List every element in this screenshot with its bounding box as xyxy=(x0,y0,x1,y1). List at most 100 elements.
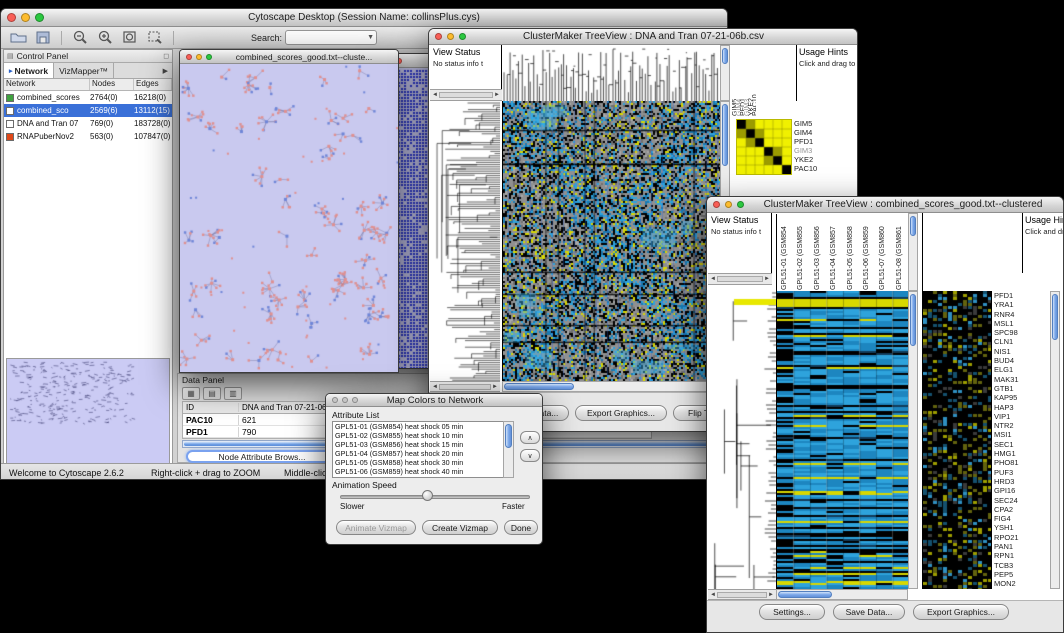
network-canvas[interactable] xyxy=(180,64,398,372)
gene-label[interactable]: SEC24 xyxy=(994,496,1046,505)
scroll-right-icon[interactable]: ► xyxy=(764,276,770,282)
column-dendrogram-canvas[interactable] xyxy=(502,45,720,101)
search-combobox[interactable]: ▼ xyxy=(285,30,377,45)
gene-label[interactable]: SEC1 xyxy=(994,440,1046,449)
attribute-list-item[interactable]: GPL51-02 (GSM855) heat shock 10 min xyxy=(333,431,513,440)
gene-label[interactable]: MAK31 xyxy=(994,375,1046,384)
tab-overflow-icon[interactable]: ▶ xyxy=(159,63,172,78)
zoom-region-icon[interactable] xyxy=(144,29,166,47)
select-attributes-icon[interactable]: ▤ xyxy=(203,387,221,400)
gene-label[interactable]: TCB3 xyxy=(994,561,1046,570)
scrollbar-thumb[interactable] xyxy=(722,104,728,166)
zoom-in-icon[interactable] xyxy=(94,29,116,47)
gene-label[interactable]: PEP5 xyxy=(994,570,1046,579)
tab-vizmapper[interactable]: VizMapper™ xyxy=(54,63,114,78)
gene-label[interactable]: MSI1 xyxy=(994,430,1046,439)
gene-label[interactable]: PAN1 xyxy=(994,542,1046,551)
treeview-button[interactable]: Save Data... xyxy=(833,604,905,620)
scroll-left-icon[interactable]: ◄ xyxy=(432,384,438,390)
treeview-button[interactable]: Export Graphics... xyxy=(575,405,667,421)
zoom-button[interactable] xyxy=(352,397,358,403)
column-header-nodes[interactable]: Nodes xyxy=(90,79,134,90)
gene-label[interactable]: PAC10 xyxy=(794,164,838,173)
attribute-list-scrollbar[interactable] xyxy=(503,421,514,478)
network-list-row[interactable]: RNAPuberNov2 563(0) 107847(0) xyxy=(4,130,172,143)
header-scrollbar[interactable] xyxy=(720,45,730,101)
column-header-network[interactable]: Network xyxy=(4,79,90,90)
attribute-list-item[interactable]: GPL51-03 (GSM856) heat shock 15 min xyxy=(333,440,513,449)
scrollbar-track[interactable] xyxy=(439,384,491,390)
gene-label[interactable]: NIS1 xyxy=(994,347,1046,356)
gene-label[interactable]: SPC98 xyxy=(994,328,1046,337)
gene-label[interactable]: PFD1 xyxy=(794,137,838,146)
zoom-button[interactable] xyxy=(737,201,744,208)
attribute-list-item[interactable]: GPL51-01 (GSM854) heat shock 05 min xyxy=(333,422,513,431)
search-input[interactable] xyxy=(288,32,362,43)
main-titlebar[interactable]: Cytoscape Desktop (Session Name: collins… xyxy=(1,9,727,27)
close-button[interactable] xyxy=(7,13,16,22)
header-scrollbar[interactable] xyxy=(908,213,918,291)
gene-label[interactable]: HMG1 xyxy=(994,449,1046,458)
create-vizmap-button[interactable]: Create Vizmap xyxy=(422,520,498,535)
heatmap-canvas[interactable] xyxy=(502,101,721,381)
scrollbar-thumb[interactable] xyxy=(1052,294,1058,340)
treeview-titlebar[interactable]: ClusterMaker TreeView : DNA and Tran 07-… xyxy=(429,29,857,45)
scrollbar-thumb[interactable] xyxy=(910,216,916,236)
gene-label[interactable]: YRA1 xyxy=(994,300,1046,309)
gene-label[interactable]: RNR4 xyxy=(994,310,1046,319)
close-button[interactable] xyxy=(332,397,338,403)
minimize-button[interactable] xyxy=(196,54,202,60)
gene-label[interactable]: HAP3 xyxy=(994,403,1046,412)
gene-label[interactable]: KAP95 xyxy=(994,393,1046,402)
scrollbar-track[interactable] xyxy=(439,92,493,98)
treeview-titlebar[interactable]: ClusterMaker TreeView : combined_scores_… xyxy=(707,197,1063,213)
network-overview-canvas[interactable] xyxy=(6,358,170,464)
animation-speed-slider-thumb[interactable] xyxy=(422,490,433,501)
gene-label[interactable]: HRD3 xyxy=(994,477,1046,486)
treeview-button[interactable]: Export Graphics... xyxy=(913,604,1009,620)
move-down-button[interactable]: ∨ xyxy=(520,449,540,462)
column-header-edges[interactable]: Edges xyxy=(134,79,172,90)
network-list-row[interactable]: combined_scores 2764(0) 16218(0) xyxy=(4,91,172,104)
gene-label[interactable]: CLN1 xyxy=(994,337,1046,346)
minimize-button[interactable] xyxy=(447,33,454,40)
attribute-list-item[interactable]: GPL51-04 (GSM857) heat shock 20 min xyxy=(333,449,513,458)
column-header-id[interactable]: ID xyxy=(183,403,239,412)
float-panel-icon[interactable]: ◻ xyxy=(163,52,169,60)
scrollbar-thumb[interactable] xyxy=(504,383,574,390)
combo-arrow-icon[interactable]: ▼ xyxy=(367,34,374,41)
gene-label[interactable]: ELG1 xyxy=(994,365,1046,374)
zoom-button[interactable] xyxy=(35,13,44,22)
gene-label[interactable]: PUF3 xyxy=(994,468,1046,477)
attribute-list-item[interactable]: GPL51-06 (GSM859) heat shock 40 min xyxy=(333,467,513,476)
overview-heatmap-canvas[interactable] xyxy=(922,291,992,589)
gene-label[interactable]: PHO81 xyxy=(994,458,1046,467)
scroll-right-icon[interactable]: ► xyxy=(494,92,500,98)
tab-network[interactable]: ▸ Network xyxy=(4,63,54,78)
gene-label[interactable]: GIM4 xyxy=(794,128,838,137)
gene-label[interactable]: FIG4 xyxy=(994,514,1046,523)
gene-label[interactable]: GIM5 xyxy=(794,119,838,128)
row-dendrogram-canvas[interactable] xyxy=(708,291,776,589)
network-list-row[interactable]: combined_sco 2569(6) 13112(15) xyxy=(4,104,172,117)
heatmap-hscrollbar[interactable] xyxy=(776,589,908,600)
gene-label[interactable]: NTR2 xyxy=(994,421,1046,430)
scrollbar-track[interactable] xyxy=(717,276,763,282)
scrollbar-thumb[interactable] xyxy=(778,591,832,598)
scroll-right-icon[interactable]: ► xyxy=(492,384,498,390)
dendrogram-hscrollbar[interactable]: ◄ ► xyxy=(708,589,776,600)
table-mode-icon[interactable]: ▦ xyxy=(182,387,200,400)
view-status-scrollbar[interactable]: ◄ ► xyxy=(708,273,772,285)
attribute-list-item[interactable]: GPL51-07 (GSM860) heat shock 60 min xyxy=(333,476,513,478)
gene-label[interactable]: YSH1 xyxy=(994,523,1046,532)
close-button[interactable] xyxy=(713,201,720,208)
gene-label[interactable]: GIM3 xyxy=(794,146,838,155)
scroll-left-icon[interactable]: ◄ xyxy=(432,92,438,98)
minimize-button[interactable] xyxy=(21,13,30,22)
open-session-icon[interactable] xyxy=(7,29,29,47)
zoom-button[interactable] xyxy=(459,33,466,40)
row-dendrogram-canvas[interactable] xyxy=(430,101,500,381)
attribute-list-item[interactable]: GPL51-05 (GSM858) heat shock 30 min xyxy=(333,458,513,467)
zoom-fit-icon[interactable] xyxy=(119,29,141,47)
close-button[interactable] xyxy=(435,33,442,40)
